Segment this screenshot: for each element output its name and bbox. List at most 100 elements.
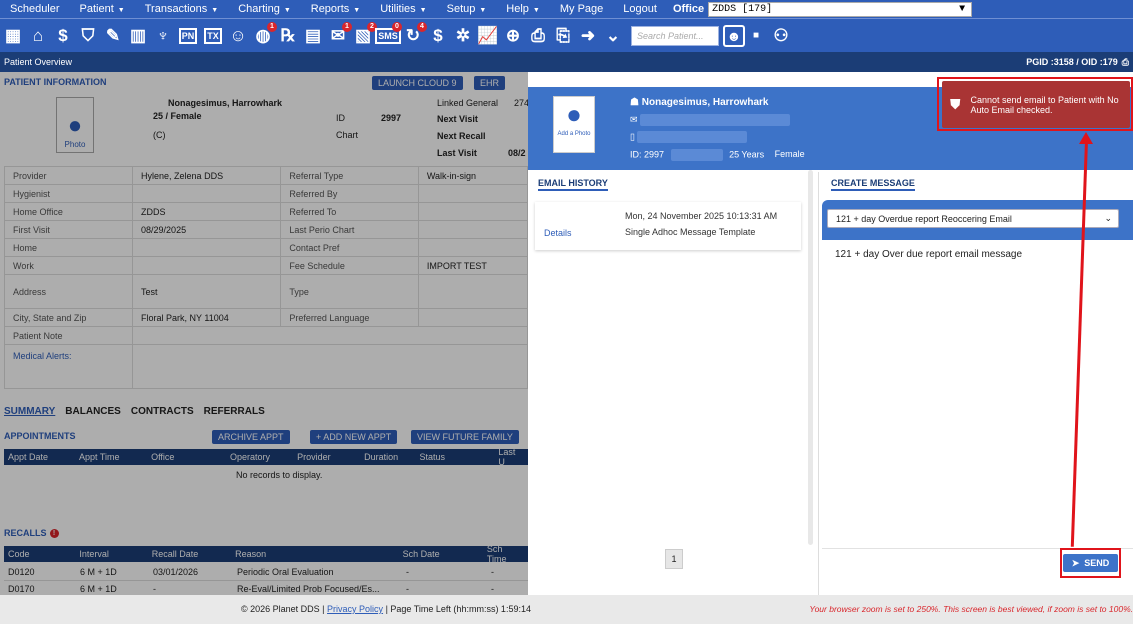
home-icon[interactable]: ⌂ [27, 25, 49, 47]
modal-patient-name: ☗ Nonagesimus, Harrowhark [630, 97, 768, 108]
tab-email-history[interactable]: EMAIL HISTORY [538, 178, 608, 191]
pgid-info: PGID :3158 / OID :179 ⎙ [1026, 57, 1129, 68]
shield-check-icon[interactable]: ⛉ [77, 25, 99, 47]
sms-badge: 0 [392, 21, 402, 32]
chevron-down-icon: ⌄ [1104, 213, 1112, 223]
chat-icon[interactable]: ✉ 1 [327, 21, 352, 47]
search-patient-input[interactable]: Search Patient... [631, 25, 719, 46]
redacted-phone [637, 131, 748, 143]
modal-gender: Female [774, 149, 805, 160]
pgid-text: PGID :3158 / OID :179 [1026, 57, 1118, 67]
top-menu-bar: Scheduler Patient ▼ Transactions ▼ Chartin… [0, 0, 1133, 18]
office-label: Office [672, 3, 705, 15]
chevron-down-icon: ▼ [959, 3, 966, 15]
envelope-icon: ✉ [630, 114, 638, 125]
progress-notes-icon[interactable]: PN [177, 25, 199, 47]
footer: © 2026 Planet DDS | Privacy Policy | Pag… [0, 595, 1133, 624]
print-icon[interactable]: ⎙ [1122, 57, 1129, 68]
zoom-warning: Your browser zoom is set to 250%. This s… [809, 604, 1133, 614]
history-scrollbar[interactable] [808, 170, 813, 545]
patient-icon: ☗ [630, 97, 642, 108]
privacy-policy-link[interactable]: Privacy Policy [327, 604, 383, 614]
add-photo-label: Add a Photo [557, 131, 591, 137]
footer-info: © 2026 Planet DDS | Privacy Policy | Pag… [241, 604, 531, 614]
page-title: Patient Overview [4, 57, 73, 67]
office-select[interactable]: ZDDS [179] ▼ [708, 1, 973, 17]
email-modal: ● Add a Photo ☗ Nonagesimus, Harrowhark … [528, 72, 1133, 595]
globe-alert-icon[interactable]: ◍ 1 [252, 21, 277, 47]
annotation-arrow-head [1079, 132, 1093, 144]
phone-icon: ▯ [630, 131, 635, 142]
fax-icon[interactable]: ⎘ [552, 25, 574, 47]
chevron-down-icon: ▼ [353, 7, 361, 14]
user-search-icon[interactable]: ☻ [723, 24, 745, 47]
double-chevron-icon[interactable]: ⌄ [602, 25, 624, 47]
notes-icon[interactable]: ▧ 2 [352, 21, 377, 47]
treatment-plan-icon[interactable]: TX [202, 25, 224, 47]
menu-help[interactable]: Help ▼ [496, 3, 550, 15]
icon-toolbar: ▦ ⌂ $ ⛉ ✎ ▥ ♆ PN TX ☺ ◍ 1 ℞ ▤ ✉ 1 ▧ 2 SMS 0 … [0, 18, 1133, 52]
menu-reports[interactable]: Reports ▼ [301, 3, 370, 15]
chevron-down-icon: ▼ [283, 7, 291, 14]
dollar-cycle-icon[interactable]: $ [427, 25, 449, 47]
history-date: Mon, 24 November 2025 10:13:31 AM [625, 211, 778, 221]
menu-patient[interactable]: Patient ▼ [70, 3, 135, 15]
chevron-down-icon: ▼ [117, 7, 125, 14]
divider [818, 172, 819, 595]
network-icon[interactable]: ✲ [452, 25, 474, 47]
alert-badge: 1 [267, 21, 277, 32]
reminder-badge: 4 [417, 21, 427, 32]
menu-utilities[interactable]: Utilities ▼ [370, 3, 436, 15]
modal-backdrop[interactable] [0, 72, 528, 595]
menu-logout[interactable]: Logout [613, 3, 667, 15]
tooth-icon[interactable]: ♆ [152, 25, 174, 47]
chevron-down-icon: ▼ [211, 7, 219, 14]
tab-create-message[interactable]: CREATE MESSAGE [831, 178, 915, 191]
form-icon[interactable]: ▤ [302, 25, 324, 47]
add-user-icon[interactable]: ☺ [227, 25, 249, 47]
checkbox-icon[interactable]: ■ [745, 25, 767, 47]
redacted-email [640, 114, 791, 126]
overview-header: Patient Overview PGID :3158 / OID :179 ⎙ [0, 52, 1133, 72]
copyright: © 2026 Planet DDS | [241, 604, 325, 614]
menu-my-page[interactable]: My Page [550, 3, 613, 15]
modal-age: 25 Years [729, 149, 765, 160]
sms-icon[interactable]: SMS 0 [375, 21, 402, 47]
edit-list-icon[interactable]: ✎ [102, 25, 124, 47]
menu-transactions[interactable]: Transactions ▼ [135, 3, 229, 15]
send-highlight-box [1060, 548, 1121, 578]
chevron-down-icon: ▼ [419, 7, 427, 14]
details-link[interactable]: Details [544, 228, 572, 238]
dollar-transfer-icon[interactable]: $ [52, 25, 74, 47]
chart-line-icon[interactable]: 📈 [477, 25, 499, 47]
page-time-left: | Page Time Left (hh:mm:ss) 1:59:14 [385, 604, 531, 614]
chevron-down-icon: ▼ [479, 7, 487, 14]
email-line: ✉ [630, 114, 791, 126]
tooth-chart-icon[interactable]: ▥ [127, 25, 149, 47]
template-value: 121 + day Overdue report Reoccering Emai… [836, 213, 1012, 224]
web-icon[interactable]: ⊕ [502, 25, 524, 47]
arrow-badge-icon[interactable]: ➜ [577, 25, 599, 47]
printer-icon[interactable]: ⎙ [527, 25, 549, 47]
email-history-item[interactable]: Mon, 24 November 2025 10:13:31 AM Detail… [535, 202, 801, 250]
calendar-icon[interactable]: ▦ [2, 25, 24, 47]
pagination-page[interactable]: 1 [665, 549, 683, 569]
group-search-icon[interactable]: ⚇ [770, 25, 792, 47]
name-text: Nonagesimus, Harrowhark [641, 97, 769, 108]
toast-highlight-box [937, 77, 1133, 131]
modal-id: ID: 2997 [630, 149, 665, 160]
message-body[interactable]: 121 + day Over due report email message [835, 249, 1022, 260]
menu-setup[interactable]: Setup ▼ [437, 3, 497, 15]
person-icon: ● [566, 99, 582, 129]
history-template: Single Adhoc Message Template [625, 227, 756, 237]
redacted-dob [670, 149, 723, 161]
menu-scheduler[interactable]: Scheduler [0, 3, 70, 15]
message-badge: 1 [342, 21, 352, 32]
id-line: ID: 2997 25 Years Female [630, 149, 805, 161]
reminder-icon[interactable]: ↻ 4 [402, 21, 427, 47]
add-photo-box[interactable]: ● Add a Photo [553, 96, 595, 153]
menu-charting[interactable]: Charting ▼ [228, 3, 301, 15]
phone-line: ▯ [630, 131, 748, 143]
prescription-icon[interactable]: ℞ [277, 25, 299, 47]
template-select[interactable]: 121 + day Overdue report Reoccering Emai… [827, 209, 1119, 228]
